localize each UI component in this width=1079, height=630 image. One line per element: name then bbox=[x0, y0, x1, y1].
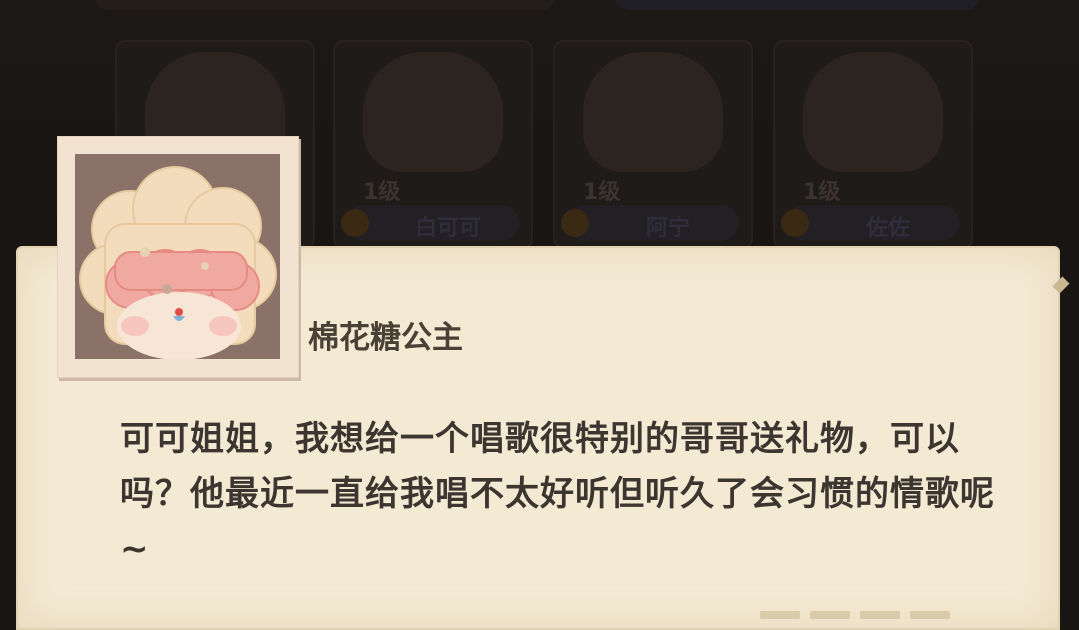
character-name: 阿宁 bbox=[645, 216, 690, 241]
character-portrait-icon bbox=[803, 52, 943, 172]
paper-corner bbox=[1052, 276, 1070, 294]
character-name: 佐佐 bbox=[865, 216, 910, 241]
character-level: 1级 bbox=[583, 180, 621, 205]
character-slot: 1级 白可可 bbox=[333, 40, 533, 249]
coin-icon bbox=[341, 209, 369, 237]
character-namebar: 佐佐 bbox=[781, 205, 959, 241]
paper-bottom-decoration bbox=[760, 604, 1079, 619]
character-slot: 1级 佐佐 bbox=[773, 40, 973, 249]
character-portrait-icon bbox=[583, 52, 723, 172]
character-namebar: 白可可 bbox=[341, 205, 519, 241]
character-name: 白可可 bbox=[414, 216, 481, 241]
dialog-text: 可可姐姐，我想给一个唱歌很特别的哥哥送礼物，可以吗？他最近一直给我唱不太好听但听… bbox=[120, 419, 995, 569]
character-level: 1级 bbox=[363, 180, 401, 205]
character-slot: 1级 阿宁 bbox=[553, 40, 753, 249]
character-namebar: 阿宁 bbox=[561, 205, 739, 241]
speaker-avatar-frame bbox=[57, 136, 299, 378]
coin-icon bbox=[781, 209, 809, 237]
coin-icon bbox=[561, 209, 589, 237]
top-bar-right bbox=[615, 0, 980, 10]
character-portrait-icon bbox=[363, 52, 503, 172]
character-level: 1级 bbox=[803, 180, 841, 205]
top-bar-left bbox=[95, 0, 555, 10]
speaker-name: 棉花糖公主 bbox=[308, 320, 463, 356]
marshmallow-princess-portrait-icon bbox=[75, 154, 280, 359]
